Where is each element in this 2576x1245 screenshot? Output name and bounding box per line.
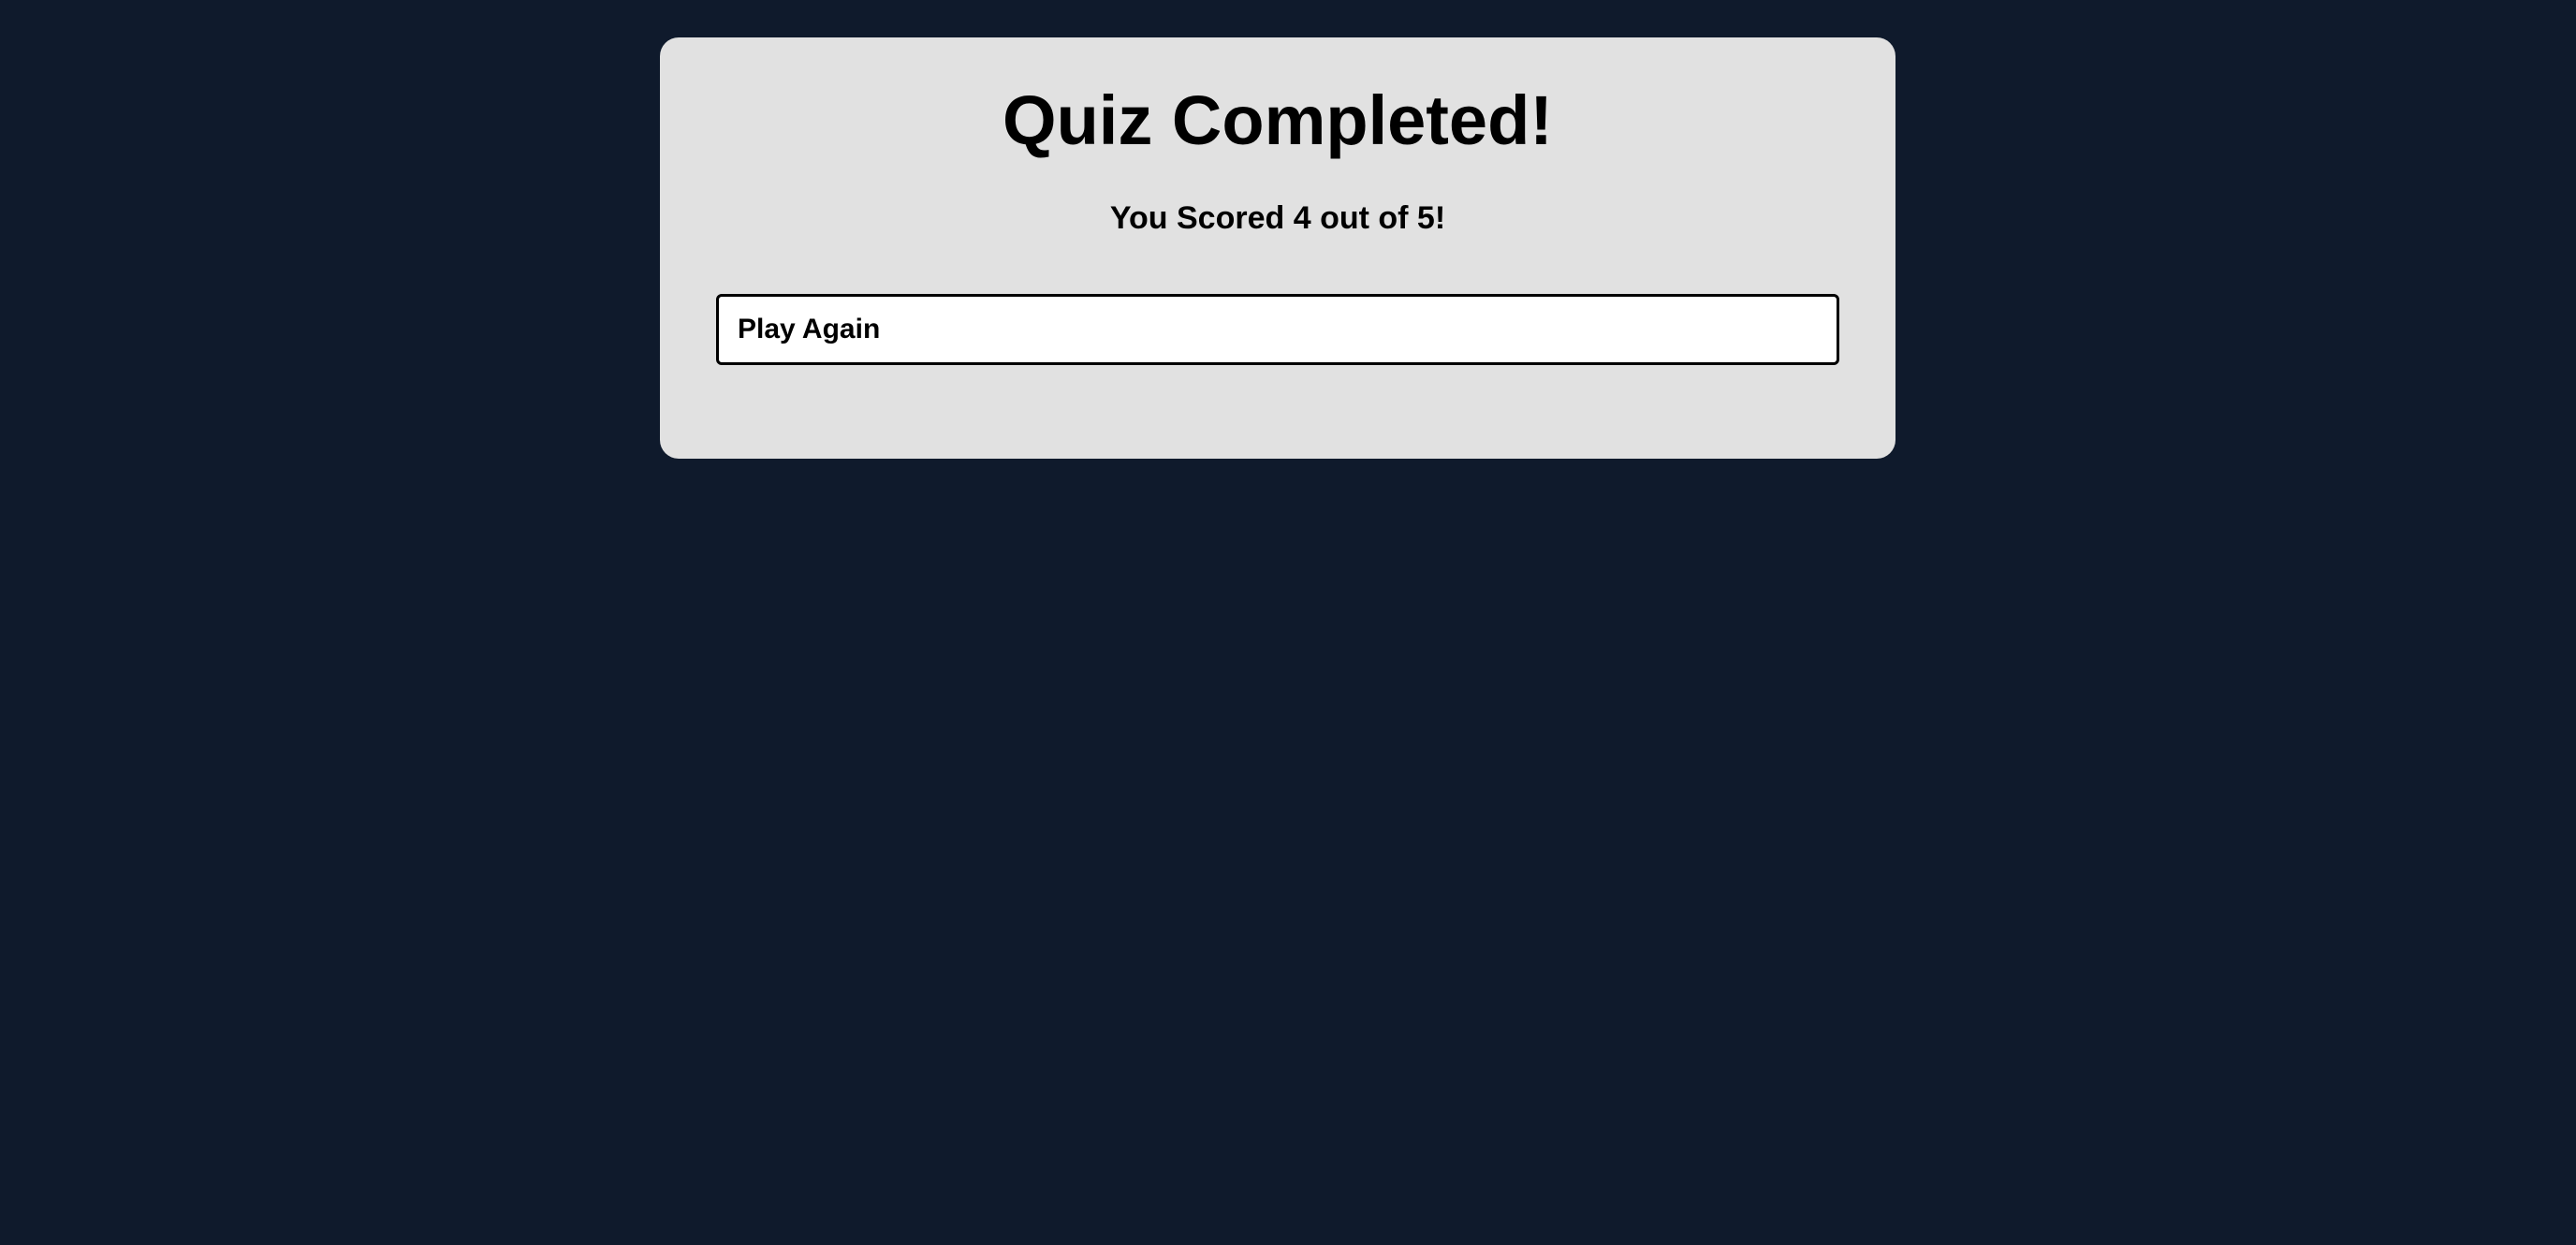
quiz-result-card: Quiz Completed! You Scored 4 out of 5! P… <box>660 37 1895 459</box>
quiz-completed-title: Quiz Completed! <box>1003 81 1553 159</box>
score-text: You Scored 4 out of 5! <box>1109 200 1446 236</box>
play-again-button[interactable]: Play Again <box>716 294 1839 365</box>
